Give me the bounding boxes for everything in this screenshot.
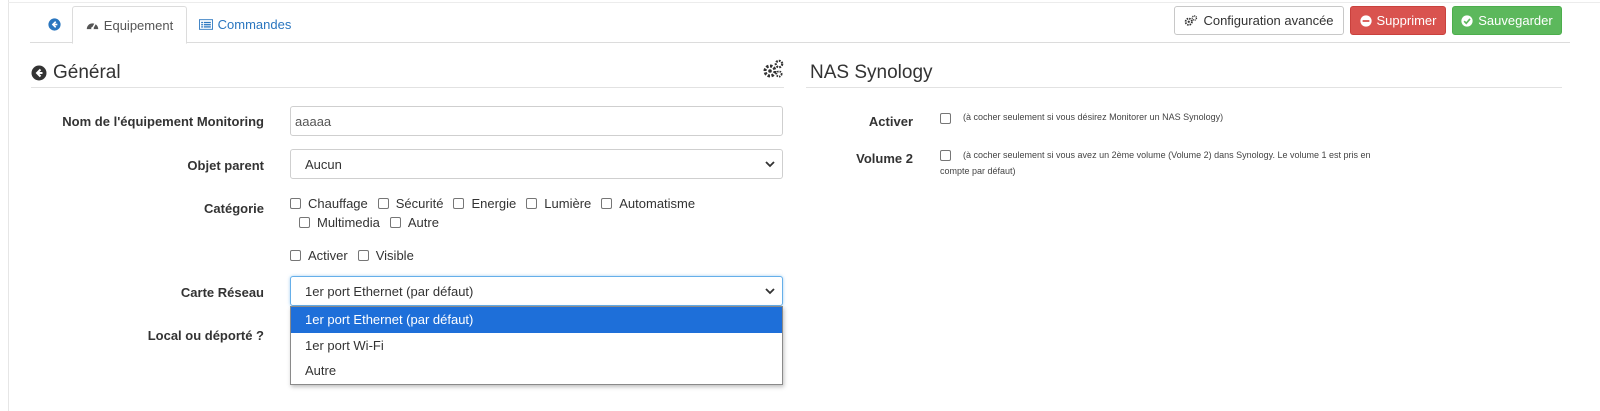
advanced-config-button[interactable]: Configuration avancée bbox=[1174, 6, 1344, 35]
category-label: Catégorie bbox=[204, 201, 264, 216]
local-label: Local ou déporté ? bbox=[147, 328, 264, 343]
category-automatisme-label: Automatisme bbox=[619, 196, 696, 211]
category-securite[interactable]: Sécurité bbox=[377, 196, 444, 211]
tab-commandes[interactable]: Commandes bbox=[195, 6, 295, 43]
nas-volume-label: Volume 2 bbox=[856, 151, 913, 166]
category-multimedia[interactable]: Multimedia bbox=[299, 215, 380, 230]
network-option-ethernet[interactable]: 1er port Ethernet (par défaut) bbox=[291, 307, 782, 333]
category-energie-label: Energie bbox=[471, 196, 517, 211]
cogs-icon[interactable] bbox=[762, 59, 784, 79]
checkbox[interactable] bbox=[601, 198, 613, 209]
cogs-icon bbox=[1185, 14, 1198, 26]
category-chauffage-label: Chauffage bbox=[308, 196, 368, 211]
tab-equipement[interactable]: Equipement bbox=[72, 6, 187, 44]
nas-activer-checkbox[interactable] bbox=[940, 113, 951, 124]
network-dropdown-list: 1er port Ethernet (par défaut) 1er port … bbox=[290, 306, 783, 385]
checkbox[interactable] bbox=[357, 250, 369, 261]
back-tab[interactable] bbox=[36, 6, 72, 43]
nas-activer-help: (à cocher seulement si vous désirez Moni… bbox=[963, 112, 1224, 122]
nas-title-text: NAS Synology bbox=[810, 62, 933, 83]
checkbox[interactable] bbox=[526, 198, 538, 209]
nas-activer-label: Activer bbox=[868, 114, 913, 129]
activer-checkbox-item[interactable]: Activer bbox=[290, 248, 348, 263]
name-input[interactable]: aaaaa bbox=[290, 106, 783, 136]
category-row-2: Multimedia Autre bbox=[299, 215, 449, 230]
check-circle-icon bbox=[1461, 14, 1473, 27]
parent-select[interactable]: Aucun bbox=[290, 149, 783, 179]
category-lumiere[interactable]: Lumière bbox=[526, 196, 591, 211]
name-label: Nom de l'équipement Monitoring bbox=[62, 114, 264, 129]
minus-circle-icon bbox=[1359, 14, 1372, 27]
checkbox[interactable] bbox=[290, 198, 301, 209]
top-divider bbox=[8, 2, 1600, 3]
category-chauffage[interactable]: Chauffage bbox=[290, 196, 368, 211]
visible-checkbox-item[interactable]: Visible bbox=[357, 248, 414, 263]
chevron-down-icon bbox=[765, 161, 775, 168]
visible-label: Visible bbox=[375, 248, 414, 263]
category-autre-label: Autre bbox=[407, 215, 439, 230]
activer-label: Activer bbox=[308, 248, 348, 263]
network-label: Carte Réseau bbox=[180, 285, 264, 300]
network-select[interactable]: 1er port Ethernet (par défaut) bbox=[290, 276, 783, 306]
arrow-circle-left-icon bbox=[47, 18, 61, 31]
network-option-autre[interactable]: Autre bbox=[291, 358, 782, 384]
save-label: Sauvegarder bbox=[1478, 13, 1553, 28]
delete-label: Supprimer bbox=[1376, 13, 1437, 28]
category-row-1: Chauffage Sécurité Energie Lumière Autom… bbox=[290, 196, 705, 211]
list-alt-icon bbox=[198, 19, 213, 30]
category-energie[interactable]: Energie bbox=[453, 196, 516, 211]
state-row: Activer Visible bbox=[290, 248, 424, 263]
save-button[interactable]: Sauvegarder bbox=[1452, 6, 1562, 35]
advanced-config-label: Configuration avancée bbox=[1203, 13, 1334, 28]
network-option-wifi[interactable]: 1er port Wi-Fi bbox=[291, 333, 782, 359]
tab-equipement-label: Equipement bbox=[103, 17, 174, 33]
category-securite-label: Sécurité bbox=[395, 196, 444, 211]
network-select-value: 1er port Ethernet (par défaut) bbox=[305, 283, 474, 299]
checkbox[interactable] bbox=[299, 217, 310, 228]
category-lumiere-label: Lumière bbox=[544, 196, 592, 211]
general-divider bbox=[31, 87, 784, 88]
checkbox[interactable] bbox=[290, 250, 301, 261]
parent-select-value: Aucun bbox=[305, 156, 342, 172]
category-autre[interactable]: Autre bbox=[389, 215, 439, 230]
checkbox[interactable] bbox=[453, 198, 465, 209]
nas-divider bbox=[806, 87, 1562, 88]
arrow-circle-left-icon[interactable] bbox=[31, 65, 47, 81]
checkbox[interactable] bbox=[389, 217, 401, 228]
name-input-value: aaaaa bbox=[295, 113, 332, 129]
tachometer-icon bbox=[86, 23, 98, 30]
checkbox[interactable] bbox=[377, 198, 389, 209]
delete-button[interactable]: Supprimer bbox=[1350, 6, 1446, 35]
nas-section-title: NAS Synology bbox=[810, 62, 933, 84]
tab-commandes-label: Commandes bbox=[217, 17, 292, 32]
category-multimedia-label: Multimedia bbox=[317, 215, 380, 230]
parent-label: Objet parent bbox=[187, 158, 264, 173]
category-automatisme[interactable]: Automatisme bbox=[601, 196, 695, 211]
nas-volume-help-line2: compte par défaut) bbox=[940, 166, 1016, 176]
nas-volume-checkbox[interactable] bbox=[940, 150, 951, 161]
general-title-text: Général bbox=[53, 62, 121, 83]
general-section-title: Général bbox=[31, 62, 121, 84]
nas-volume-help-line1: (à cocher seulement si vous avez un 2ème… bbox=[963, 150, 1371, 160]
chevron-down-icon bbox=[765, 288, 775, 295]
